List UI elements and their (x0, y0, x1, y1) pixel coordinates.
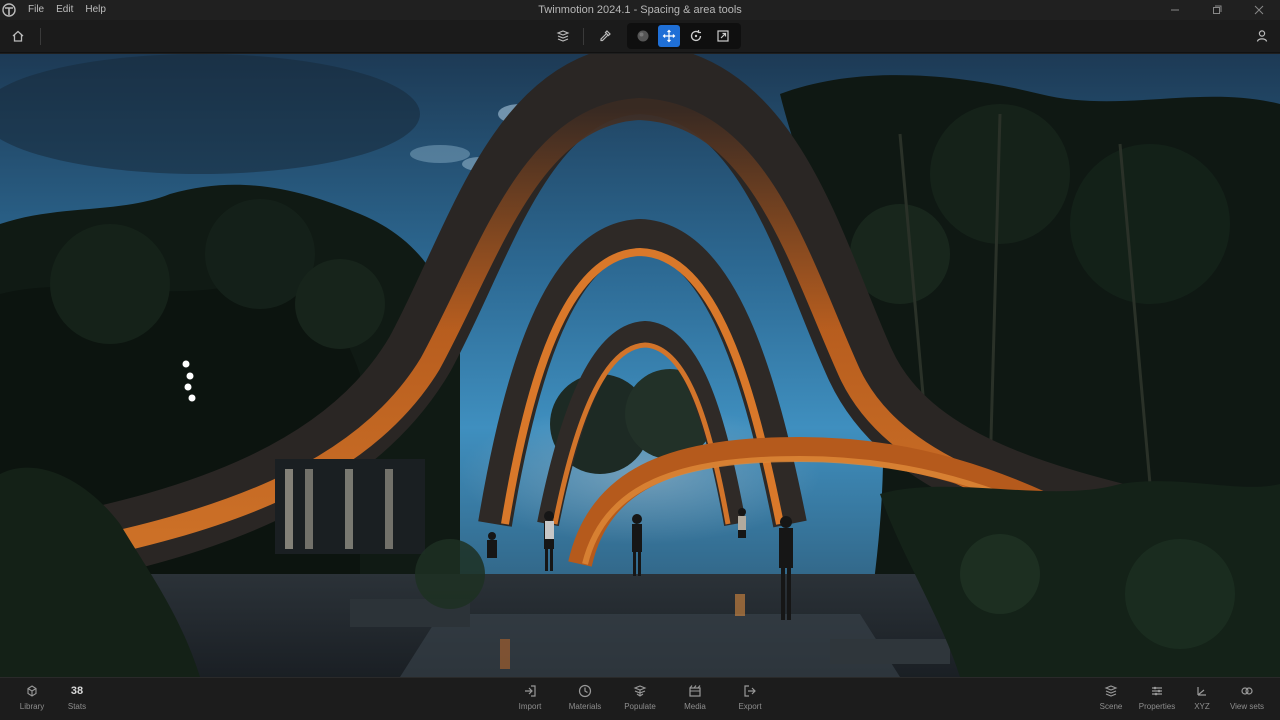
viewport-render[interactable] (0, 54, 1280, 677)
stats-label: Stats (67, 702, 87, 711)
import-button[interactable]: Import (502, 684, 558, 711)
export-icon (744, 685, 756, 697)
move-tool-button[interactable] (658, 25, 680, 47)
menu-file[interactable]: File (22, 0, 50, 20)
import-label: Import (518, 702, 542, 711)
materials-button[interactable]: Materials (557, 684, 613, 711)
axis-icon (1197, 687, 1206, 696)
properties-label: Properties (1138, 702, 1176, 711)
move-icon (662, 29, 676, 43)
sphere-icon (637, 30, 649, 42)
library-label: Library (19, 702, 45, 711)
rotate-tool-button[interactable] (685, 25, 707, 47)
scene-label: Scene (1099, 702, 1123, 711)
materials-icon (578, 684, 592, 698)
library-icon (27, 685, 37, 697)
toolbar-separator (40, 28, 41, 45)
export-button[interactable]: Export (722, 684, 778, 711)
stats-count: 38 (70, 685, 84, 697)
view-sets-icon (1241, 687, 1253, 695)
main-toolbar (0, 20, 1280, 53)
rotate-icon (690, 30, 702, 42)
media-button[interactable]: Media (667, 684, 723, 711)
populate-icon (633, 685, 647, 697)
scale-tool-button[interactable] (712, 25, 734, 47)
3d-viewport[interactable] (0, 54, 1280, 677)
maximize-button[interactable] (1196, 0, 1238, 20)
title-bar: File Edit Help Twinmotion 2024.1 - Spaci… (0, 0, 1280, 20)
scale-icon (717, 30, 729, 42)
layers-button[interactable] (552, 25, 574, 47)
layers-icon (556, 30, 570, 42)
import-icon (525, 685, 536, 697)
eyedropper-icon (600, 30, 611, 42)
media-label: Media (684, 702, 706, 711)
minimize-button[interactable] (1154, 0, 1196, 20)
menu-edit[interactable]: Edit (50, 0, 79, 20)
window-title: Twinmotion 2024.1 - Spacing & area tools (538, 4, 742, 16)
xyz-label: XYZ (1194, 702, 1210, 711)
populate-button[interactable]: Populate (612, 684, 668, 711)
menu-help[interactable]: Help (79, 0, 112, 20)
close-button[interactable] (1238, 0, 1280, 20)
properties-icon (1152, 686, 1162, 696)
view-sets-button[interactable]: View sets (1219, 684, 1275, 711)
user-account-button[interactable] (1251, 25, 1273, 47)
media-icon (689, 685, 701, 697)
populate-label: Populate (624, 702, 656, 711)
close-icon (1254, 5, 1264, 15)
home-icon (12, 30, 24, 42)
eyedropper-button[interactable] (594, 25, 616, 47)
select-tool-button[interactable] (632, 25, 654, 47)
stats-button[interactable]: 38 Stats (49, 684, 105, 711)
scene-icon (1104, 685, 1118, 697)
minimize-icon (1171, 9, 1179, 11)
window-controls (1154, 0, 1280, 20)
twinmotion-logo-icon (2, 3, 16, 17)
view-sets-label: View sets (1229, 702, 1265, 711)
user-icon (1256, 30, 1268, 42)
restore-icon (1213, 5, 1222, 14)
toolbar-separator (583, 28, 584, 45)
export-label: Export (738, 702, 762, 711)
materials-label: Materials (568, 702, 602, 711)
bottom-panel-bar: Library 38 Stats Import Materials Popula… (0, 677, 1280, 720)
home-button[interactable] (7, 25, 29, 47)
